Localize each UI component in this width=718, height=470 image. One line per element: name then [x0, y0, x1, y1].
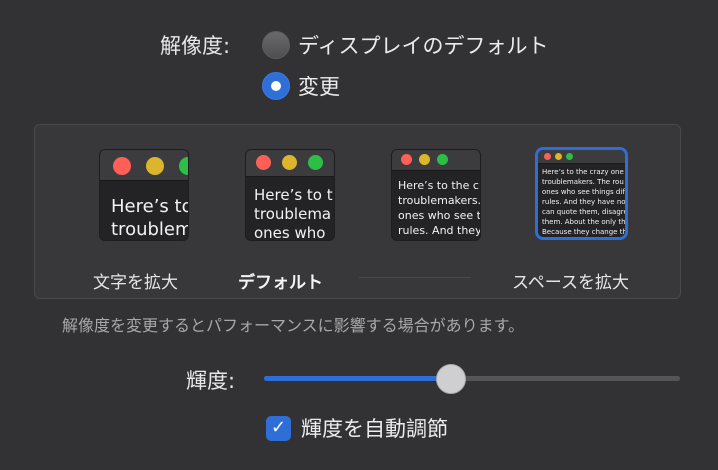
checkbox-checked-icon[interactable]: ✓ [266, 415, 291, 441]
preview-text: Here’s to t troublema ones who [254, 186, 333, 241]
window-titlebar [538, 150, 625, 164]
zoom-dot-icon [179, 157, 188, 175]
close-dot-icon [401, 154, 412, 165]
brightness-label: 輝度: [186, 369, 236, 393]
label-larger-text: 文字を拡大 [93, 273, 178, 293]
scaling-option-more-space-2[interactable]: Here’s to the cr troublemakers. ones who… [391, 149, 481, 241]
close-dot-icon [256, 155, 271, 170]
scaling-options-panel: Here’s to troublem Here’s to t troublema… [34, 124, 681, 299]
preview-text: Here’s to troublem [111, 196, 188, 240]
minimize-dot-icon [555, 153, 562, 160]
minimize-dot-icon [146, 157, 164, 175]
radio-default-display[interactable]: ディスプレイのデフォルト [262, 30, 549, 60]
radio-button-selected[interactable] [262, 72, 290, 100]
window-titlebar [100, 150, 188, 181]
label-default: デフォルト [238, 273, 323, 293]
radio-scaled[interactable]: 変更 [262, 71, 340, 101]
close-dot-icon [113, 157, 131, 175]
radio-label-default-display: ディスプレイのデフォルト [298, 34, 549, 58]
brightness-slider-fill [264, 376, 452, 381]
preview-text: Here’s to the crazy one troublemakers. T… [542, 168, 625, 236]
auto-brightness-label: 輝度を自動調節 [301, 417, 448, 441]
window-titlebar [246, 150, 334, 177]
minimize-dot-icon [419, 154, 430, 165]
minimize-dot-icon [282, 155, 297, 170]
zoom-dot-icon [437, 154, 448, 165]
preview-text: Here’s to the cr troublemakers. ones who… [398, 179, 480, 237]
window-titlebar [392, 150, 480, 171]
brightness-slider-knob[interactable] [436, 364, 467, 394]
scaling-option-more-space[interactable]: Here’s to the crazy one troublemakers. T… [538, 150, 625, 237]
zoom-dot-icon [308, 155, 323, 170]
label-more-space: スペースを拡大 [512, 273, 629, 293]
divider [359, 277, 471, 278]
zoom-dot-icon [566, 153, 573, 160]
scaling-option-larger-text-2[interactable]: Here’s to t troublema ones who [245, 149, 335, 241]
performance-note: 解像度を変更するとパフォーマンスに影響する場合があります。 [62, 316, 525, 335]
auto-brightness-toggle[interactable]: ✓ 輝度を自動調節 [266, 413, 448, 443]
scaling-option-larger-text[interactable]: Here’s to troublem [99, 149, 189, 241]
radio-button-unselected[interactable] [262, 31, 290, 59]
radio-label-scaled: 変更 [298, 75, 340, 99]
resolution-label: 解像度: [160, 34, 231, 58]
brightness-slider[interactable] [264, 376, 680, 381]
close-dot-icon [544, 153, 551, 160]
